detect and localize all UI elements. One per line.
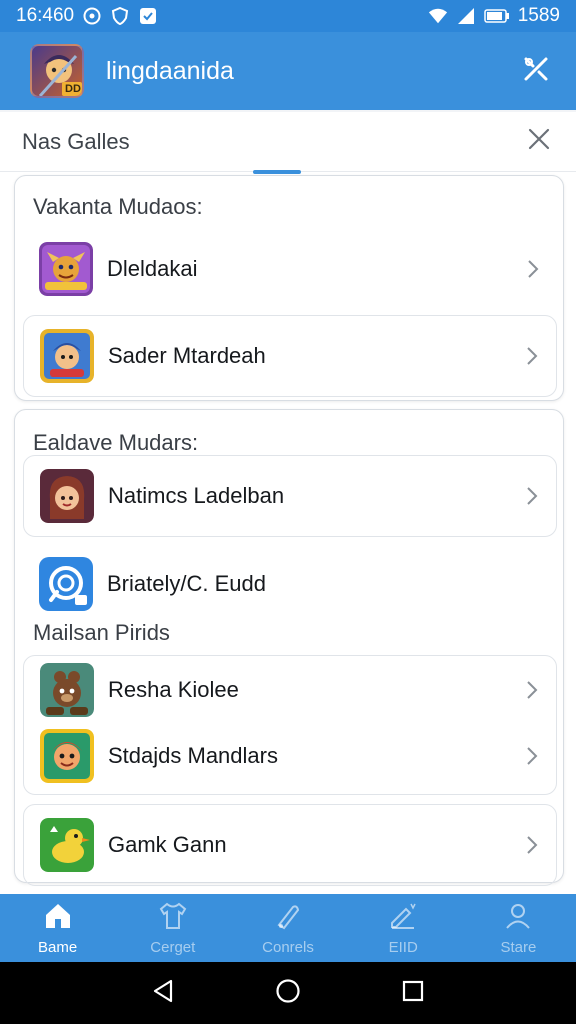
list-item-label: Gamk Gann — [108, 832, 227, 857]
list-item[interactable]: Sader Mtardeah — [23, 315, 557, 397]
list-item-label: Natimcs Ladelban — [108, 483, 285, 508]
list-item[interactable]: Gamk Gann — [23, 804, 557, 886]
close-icon — [528, 128, 550, 155]
game-icon-green — [40, 818, 94, 872]
nav-item-target[interactable]: Cerget — [115, 894, 230, 962]
game-icon-blue — [40, 329, 94, 383]
list-group: Resha Kiolee Stdajds Mandlars — [23, 655, 557, 795]
app-title: lingdaanida — [106, 56, 234, 85]
shirt-icon — [158, 901, 188, 935]
list-item-label: Sader Mtardeah — [108, 343, 266, 368]
list-item[interactable]: Briately/C. Eudd — [23, 543, 557, 625]
chevron-right-icon — [522, 744, 542, 768]
battery-icon — [483, 6, 510, 26]
status-time: 16:460 — [16, 5, 75, 26]
nav-label: Conrels — [262, 938, 314, 956]
list-item[interactable]: Resha Kiolee — [24, 655, 556, 725]
recents-icon — [402, 980, 424, 1007]
nav-label: EIID — [388, 938, 418, 956]
game-icon-yellow — [40, 729, 94, 783]
chevron-right-icon — [523, 257, 543, 281]
nav-item-controls[interactable]: Conrels — [230, 894, 345, 962]
profile-icon — [503, 901, 533, 935]
app-bar: DD lingdaanida — [0, 32, 576, 110]
chevron-right-icon — [522, 484, 542, 508]
sheet-title: Nas Galles — [22, 128, 130, 154]
home-icon — [43, 901, 73, 935]
notification-icon — [138, 6, 158, 26]
list-item[interactable]: Natimcs Ladelban — [23, 455, 557, 537]
bottom-nav: Bame Cerget Conrels EIID Stare — [0, 894, 576, 962]
sheet-header: Nas Galles — [0, 112, 576, 174]
nav-item-home[interactable]: Bame — [0, 894, 115, 962]
section-card-1: Vakanta Mudaos: Dleldakai Sader Mtardeah — [14, 175, 564, 401]
recents-button[interactable] — [398, 978, 428, 1008]
pen-icon — [273, 901, 303, 935]
signal-icon — [456, 6, 476, 26]
list-item-label: Resha Kiolee — [108, 677, 239, 702]
home-circle-icon — [275, 978, 301, 1009]
nav-label: Stare — [500, 938, 537, 956]
app-icon-blue — [39, 557, 93, 611]
list-item[interactable]: Dleldakai — [23, 228, 557, 310]
shield-icon — [110, 6, 130, 26]
nav-label: Cerget — [150, 938, 196, 956]
tools-icon — [523, 56, 549, 87]
edit-icon — [388, 901, 418, 935]
chevron-right-icon — [522, 833, 542, 857]
app-logo-badge: DD — [65, 83, 81, 95]
tools-button[interactable] — [518, 53, 554, 89]
chevron-right-icon — [522, 344, 542, 368]
tab-indicator — [253, 170, 301, 174]
status-bar: 16:460 1589 — [0, 0, 576, 32]
home-button[interactable] — [273, 978, 303, 1008]
wifi-icon — [428, 6, 448, 26]
list-item[interactable]: Stdajds Mandlars — [24, 721, 556, 791]
system-nav — [0, 962, 576, 1024]
list-item-label: Stdajds Mandlars — [108, 743, 278, 768]
back-button[interactable] — [148, 978, 178, 1008]
game-icon-purple — [39, 242, 93, 296]
list-item-label: Briately/C. Eudd — [107, 571, 266, 596]
battery-level: 1589 — [517, 5, 560, 26]
nav-label: Bame — [38, 938, 78, 956]
list-item-label: Dleldakai — [107, 256, 198, 281]
back-icon — [152, 979, 174, 1008]
section-heading-2: Ealdave Mudars: — [33, 430, 199, 455]
circle-info-icon — [82, 6, 102, 26]
game-icon-brown — [40, 663, 94, 717]
app-logo[interactable]: DD — [30, 44, 84, 98]
nav-item-edit[interactable]: EIID — [346, 894, 461, 962]
chevron-right-icon — [522, 678, 542, 702]
games-sheet: Nas Galles Vakanta Mudaos: Dleldakai Sad… — [0, 112, 576, 894]
section-heading-1: Vakanta Mudaos: — [33, 194, 203, 219]
section-subheading: Mailsan Pirids — [33, 620, 170, 645]
section-card-2: Ealdave Mudars: Natimcs Ladelban Briatel… — [14, 409, 564, 886]
game-icon-maroon — [40, 469, 94, 523]
nav-item-profile[interactable]: Stare — [461, 894, 576, 962]
close-button[interactable] — [524, 127, 554, 157]
